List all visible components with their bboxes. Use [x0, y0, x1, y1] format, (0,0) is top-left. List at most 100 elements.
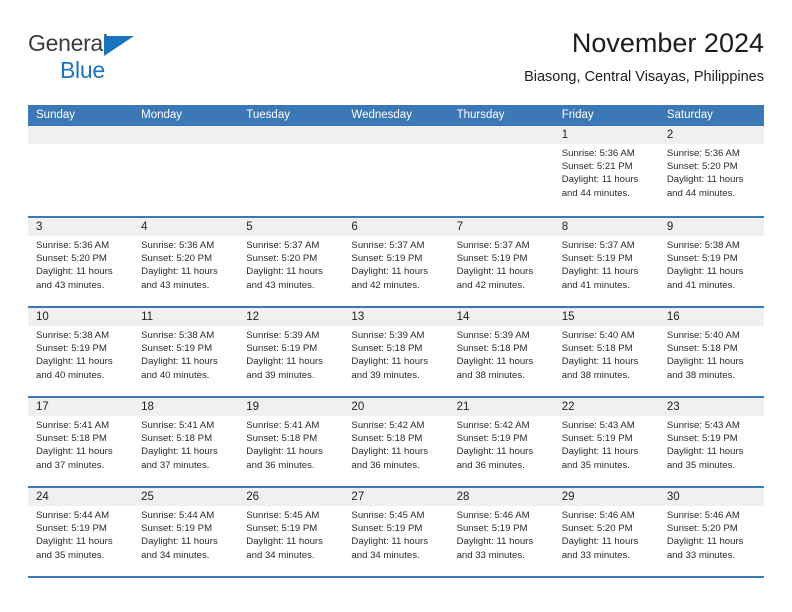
day-cell-9[interactable]: 9 Sunrise: 5:38 AM Sunset: 5:19 PM Daylight…	[658, 218, 764, 306]
logo-word-general: General	[28, 30, 108, 56]
day-cell-6[interactable]: 6 Sunrise: 5:37 AM Sunset: 5:19 PM Daylight…	[343, 218, 449, 306]
sunset-text: Sunset: 5:19 PM	[246, 343, 318, 355]
day-details: Sunrise: 5:37 AM Sunset: 5:20 PM Daylight:…	[238, 236, 343, 292]
day-cell-20[interactable]: 20 Sunrise: 5:42 AM Sunset: 5:18 PM Dayligh…	[343, 398, 449, 486]
day-details: Sunrise: 5:40 AM Sunset: 5:18 PM Daylight:…	[659, 326, 764, 382]
day-details: Sunrise: 5:39 AM Sunset: 5:18 PM Daylight:…	[343, 326, 448, 382]
daylight-text: Daylight: 11 hours and 39 minutes.	[246, 356, 323, 381]
daylight-text: Daylight: 11 hours and 44 minutes.	[561, 174, 639, 199]
day-cell-22[interactable]: 22 Sunrise: 5:43 AM Sunset: 5:19 PM Dayligh…	[553, 398, 659, 486]
day-cell-2[interactable]: 2 Sunrise: 5:36 AM Sunset: 5:20 PM Daylight…	[658, 126, 764, 216]
sunset-text: Sunset: 5:20 PM	[666, 523, 738, 535]
daylight-text: Daylight: 11 hours and 37 minutes.	[36, 446, 113, 471]
day-cell-25[interactable]: 25 Sunrise: 5:44 AM Sunset: 5:19 PM Dayligh…	[133, 488, 239, 576]
day-cell-empty	[28, 126, 134, 216]
sunset-text: Sunset: 5:19 PM	[456, 523, 528, 535]
generalblue-logo[interactable]: General Blue	[28, 32, 218, 90]
day-cell-4[interactable]: 4 Sunrise: 5:36 AM Sunset: 5:20 PM Daylight…	[133, 218, 239, 306]
day-cell-empty	[448, 126, 554, 216]
day-number: 13	[343, 308, 449, 326]
day-cell-7[interactable]: 7 Sunrise: 5:37 AM Sunset: 5:19 PM Daylight…	[448, 218, 554, 306]
day-details: Sunrise: 5:43 AM Sunset: 5:19 PM Daylight:…	[554, 416, 659, 472]
sunrise-text: Sunrise: 5:46 AM	[561, 510, 635, 521]
day-details: Sunrise: 5:46 AM Sunset: 5:20 PM Daylight:…	[659, 506, 764, 562]
weekday-header-thursday: Thursday	[456, 109, 505, 121]
day-number: 10	[28, 308, 134, 326]
day-cell-24[interactable]: 24 Sunrise: 5:44 AM Sunset: 5:19 PM Dayligh…	[28, 488, 134, 576]
day-cell-12[interactable]: 12 Sunrise: 5:39 AM Sunset: 5:19 PM Dayligh…	[238, 308, 344, 396]
daylight-text: Daylight: 11 hours and 35 minutes.	[36, 536, 113, 561]
weekday-header-row: Sunday Monday Tuesday Wednesday Thursday Frid…	[28, 105, 764, 126]
day-cell-18[interactable]: 18 Sunrise: 5:41 AM Sunset: 5:18 PM Dayligh…	[133, 398, 239, 486]
day-cell-13[interactable]: 13 Sunrise: 5:39 AM Sunset: 5:18 PM Dayligh…	[343, 308, 449, 396]
daylight-text: Daylight: 11 hours and 33 minutes.	[561, 536, 639, 561]
day-number: 28	[448, 488, 554, 506]
day-cell-29[interactable]: 29 Sunrise: 5:46 AM Sunset: 5:20 PM Dayligh…	[553, 488, 659, 576]
day-cell-8[interactable]: 8 Sunrise: 5:37 AM Sunset: 5:19 PM Daylight…	[553, 218, 659, 306]
sunset-text: Sunset: 5:19 PM	[351, 523, 423, 535]
day-cell-23[interactable]: 23 Sunrise: 5:43 AM Sunset: 5:19 PM Dayligh…	[658, 398, 764, 486]
daylight-text: Daylight: 11 hours and 42 minutes.	[456, 266, 534, 291]
sunset-text: Sunset: 5:18 PM	[666, 343, 738, 355]
day-number	[343, 126, 449, 144]
day-cell-1[interactable]: 1 Sunrise: 5:36 AM Sunset: 5:21 PM Daylight…	[553, 126, 659, 216]
daylight-text: Daylight: 11 hours and 41 minutes.	[666, 266, 744, 291]
day-cell-10[interactable]: 10 Sunrise: 5:38 AM Sunset: 5:19 PM Dayligh…	[28, 308, 134, 396]
sunset-text: Sunset: 5:18 PM	[141, 433, 213, 445]
day-cell-19[interactable]: 19 Sunrise: 5:41 AM Sunset: 5:18 PM Dayligh…	[238, 398, 344, 486]
sunrise-text: Sunrise: 5:44 AM	[36, 510, 110, 521]
sunset-text: Sunset: 5:18 PM	[351, 433, 423, 445]
day-cell-21[interactable]: 21 Sunrise: 5:42 AM Sunset: 5:19 PM Dayligh…	[448, 398, 554, 486]
calendar-week-row: 1 Sunrise: 5:36 AM Sunset: 5:21 PM Daylight…	[28, 126, 764, 216]
calendar-week-row: 10 Sunrise: 5:38 AM Sunset: 5:19 PM Dayligh…	[28, 306, 764, 396]
page-subtitle: Biasong, Central Visayas, Philippines	[524, 69, 764, 85]
day-details: Sunrise: 5:37 AM Sunset: 5:19 PM Daylight:…	[449, 236, 554, 292]
day-cell-3[interactable]: 3 Sunrise: 5:36 AM Sunset: 5:20 PM Daylight…	[28, 218, 134, 306]
sunrise-text: Sunrise: 5:43 AM	[666, 420, 740, 431]
day-details: Sunrise: 5:36 AM Sunset: 5:20 PM Daylight:…	[659, 144, 764, 200]
day-details: Sunrise: 5:36 AM Sunset: 5:20 PM Daylight:…	[133, 236, 238, 292]
sunset-text: Sunset: 5:19 PM	[561, 433, 633, 445]
sunrise-text: Sunrise: 5:46 AM	[456, 510, 530, 521]
sunset-text: Sunset: 5:19 PM	[561, 253, 633, 265]
day-cell-11[interactable]: 11 Sunrise: 5:38 AM Sunset: 5:19 PM Dayligh…	[133, 308, 239, 396]
daylight-text: Daylight: 11 hours and 36 minutes.	[351, 446, 429, 471]
day-cell-5[interactable]: 5 Sunrise: 5:37 AM Sunset: 5:20 PM Daylight…	[238, 218, 344, 306]
day-details: Sunrise: 5:43 AM Sunset: 5:19 PM Daylight:…	[659, 416, 764, 472]
day-cell-15[interactable]: 15 Sunrise: 5:40 AM Sunset: 5:18 PM Dayligh…	[553, 308, 659, 396]
day-cell-28[interactable]: 28 Sunrise: 5:46 AM Sunset: 5:19 PM Dayligh…	[448, 488, 554, 576]
sunset-text: Sunset: 5:19 PM	[36, 523, 107, 535]
daylight-text: Daylight: 11 hours and 38 minutes.	[456, 356, 534, 381]
sunrise-text: Sunrise: 5:45 AM	[246, 510, 320, 521]
sunset-text: Sunset: 5:18 PM	[36, 433, 107, 445]
daylight-text: Daylight: 11 hours and 40 minutes.	[141, 356, 218, 381]
daylight-text: Daylight: 11 hours and 34 minutes.	[141, 536, 218, 561]
daylight-text: Daylight: 11 hours and 33 minutes.	[666, 536, 744, 561]
title-block: November 2024 Biasong, Central Visayas, …	[524, 26, 764, 88]
sunrise-text: Sunrise: 5:44 AM	[141, 510, 215, 521]
sunrise-text: Sunrise: 5:38 AM	[36, 330, 110, 341]
day-cell-16[interactable]: 16 Sunrise: 5:40 AM Sunset: 5:18 PM Dayligh…	[658, 308, 764, 396]
day-cell-17[interactable]: 17 Sunrise: 5:41 AM Sunset: 5:18 PM Dayligh…	[28, 398, 134, 486]
sunrise-text: Sunrise: 5:41 AM	[36, 420, 110, 431]
calendar-week-row: 24 Sunrise: 5:44 AM Sunset: 5:19 PM Dayligh…	[28, 486, 764, 576]
day-cell-27[interactable]: 27 Sunrise: 5:45 AM Sunset: 5:19 PM Dayligh…	[343, 488, 449, 576]
daylight-text: Daylight: 11 hours and 38 minutes.	[561, 356, 639, 381]
sunrise-text: Sunrise: 5:40 AM	[666, 330, 740, 341]
day-number: 8	[553, 218, 659, 236]
day-number: 6	[343, 218, 449, 236]
sunrise-text: Sunrise: 5:42 AM	[351, 420, 425, 431]
day-number: 18	[133, 398, 239, 416]
day-number: 22	[553, 398, 659, 416]
sunrise-text: Sunrise: 5:37 AM	[351, 240, 425, 251]
daylight-text: Daylight: 11 hours and 43 minutes.	[141, 266, 218, 291]
day-cell-30[interactable]: 30 Sunrise: 5:46 AM Sunset: 5:20 PM Dayligh…	[658, 488, 764, 576]
sunrise-text: Sunrise: 5:46 AM	[666, 510, 740, 521]
day-number	[238, 126, 344, 144]
sunrise-text: Sunrise: 5:41 AM	[141, 420, 215, 431]
day-cell-14[interactable]: 14 Sunrise: 5:39 AM Sunset: 5:18 PM Dayligh…	[448, 308, 554, 396]
sunrise-text: Sunrise: 5:36 AM	[666, 148, 740, 159]
day-cell-26[interactable]: 26 Sunrise: 5:45 AM Sunset: 5:19 PM Dayligh…	[238, 488, 344, 576]
day-details: Sunrise: 5:39 AM Sunset: 5:18 PM Daylight:…	[449, 326, 554, 382]
day-number: 30	[658, 488, 764, 506]
